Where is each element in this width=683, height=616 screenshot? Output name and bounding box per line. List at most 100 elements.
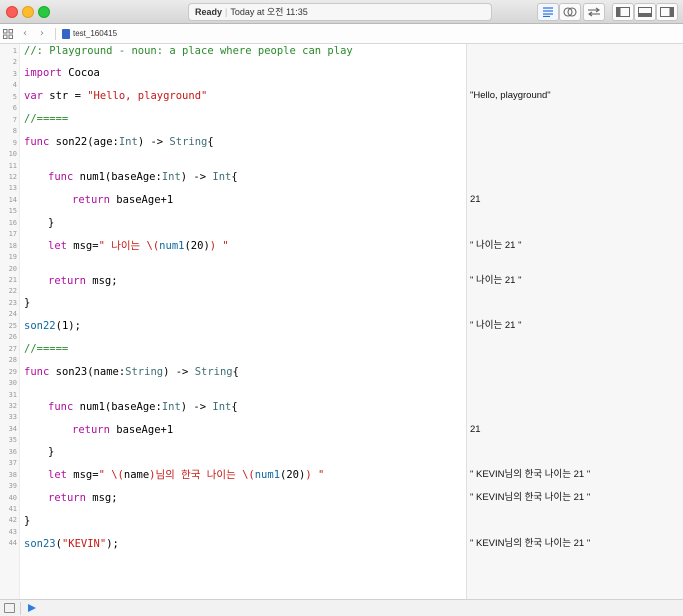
zoom-window-button[interactable] [38,6,50,18]
line-number: 19 [8,253,17,262]
jump-bar: ‹ › test_160415 [0,24,683,44]
chevron-left-icon: ‹ [23,28,27,39]
result-line-5[interactable]: "Hello, playground" [470,89,551,103]
line-number: 35 [8,436,17,445]
code-line-7[interactable]: //===== [24,112,68,126]
line-number: 30 [8,379,17,388]
line-number: 29 [8,367,17,376]
code-line-44[interactable]: son23("KEVIN"); [24,537,119,551]
line-number: 17 [8,230,17,239]
line-number: 36 [8,447,17,456]
line-number: 23 [8,298,17,307]
code-line-14[interactable]: return baseAge+1 [72,193,173,207]
line-number: 26 [8,333,17,342]
line-number: 28 [8,356,17,365]
assistant-editor-button[interactable] [559,3,581,21]
version-editor-icon [588,7,600,17]
version-editor-button[interactable] [583,3,605,21]
line-number: 24 [8,310,17,319]
forward-button[interactable]: › [40,24,44,44]
code-line-27[interactable]: //===== [24,342,68,356]
status-state: Ready [195,7,223,17]
result-line-18[interactable]: " 나이는 21 " [470,239,521,253]
line-number: 11 [8,161,17,170]
navigator-toggle-button[interactable] [612,3,634,21]
code-line-36[interactable]: } [48,445,54,459]
bottom-toolbar [0,599,683,616]
line-number: 7 [12,115,17,124]
line-number: 37 [8,459,17,468]
line-number: 4 [12,81,17,90]
line-number: 20 [8,264,17,273]
code-line-21[interactable]: return msg; [48,274,118,288]
minimize-window-button[interactable] [22,6,34,18]
line-number: 15 [8,207,17,216]
code-line-9[interactable]: func son22(age:Int) -> String{ [24,135,214,149]
line-number: 33 [8,413,17,422]
code-line-23[interactable]: } [24,296,30,310]
result-line-40[interactable]: " KEVIN님의 한국 나이는 21 " [470,491,590,505]
result-line-25[interactable]: " 나이는 21 " [470,319,521,333]
code-line-42[interactable]: } [24,514,30,528]
line-number: 14 [8,195,17,204]
play-icon[interactable] [28,604,36,612]
line-number: 2 [12,58,17,67]
line-number: 9 [12,138,17,147]
code-line-5[interactable]: var str = "Hello, playground" [24,89,207,103]
related-items-button[interactable] [3,24,13,44]
line-number: 8 [12,127,17,136]
line-number: 25 [8,321,17,330]
line-number: 16 [8,218,17,227]
line-number: 34 [8,424,17,433]
code-line-16[interactable]: } [48,216,54,230]
close-window-button[interactable] [6,6,18,18]
right-panel-icon [660,7,674,17]
standard-editor-icon [543,7,553,18]
code-line-40[interactable]: return msg; [48,491,118,505]
result-line-34[interactable]: 21 [470,423,481,437]
status-time: Today at 오전 11:35 [230,7,308,17]
result-line-14[interactable]: 21 [470,193,481,207]
code-line-1[interactable]: //: Playground - noun: a place where peo… [24,44,353,58]
utilities-toggle-button[interactable] [656,3,678,21]
result-line-38[interactable]: " KEVIN님의 한국 나이는 21 " [470,468,590,482]
line-number: 6 [12,104,17,113]
jump-bar-file-name[interactable]: test_160415 [73,24,117,44]
back-button[interactable]: ‹ [23,24,27,44]
activity-status: Ready | Today at 오전 11:35 [188,3,492,21]
code-line-12[interactable]: func num1(baseAge:Int) -> Int{ [48,170,238,184]
console-icon[interactable] [4,603,15,613]
line-number: 39 [8,482,17,491]
result-line-21[interactable]: " 나이는 21 " [470,274,521,288]
code-line-3[interactable]: import Cocoa [24,66,100,80]
code-line-38[interactable]: let msg=" \(name)님의 한국 나이는 \(num1(20)) " [48,468,324,482]
line-number: 3 [12,69,17,78]
code-line-18[interactable]: let msg=" 나이는 \(num1(20)) " [48,239,229,253]
line-number: 40 [8,493,17,502]
line-number: 1 [12,47,17,55]
playground-editor[interactable]: 1 2 3 4 5 6 7 8 9 10 11 12 13 14 15 16 17 18 19 20 21 22 23 24 2… [0,44,683,599]
line-number: 13 [8,184,17,193]
line-number: 27 [8,344,17,353]
line-number: 31 [8,390,17,399]
code-line-29[interactable]: func son23(name:String) -> String{ [24,365,239,379]
line-number: 21 [8,276,17,284]
bottom-panel-icon [638,7,652,17]
code-line-32[interactable]: func num1(baseAge:Int) -> Int{ [48,400,238,414]
code-line-34[interactable]: return baseAge+1 [72,423,173,437]
result-line-44[interactable]: " KEVIN님의 한국 나이는 21 " [470,537,590,551]
line-number: 12 [8,172,17,181]
line-number: 43 [8,527,17,536]
line-number: 10 [8,150,17,159]
assistant-editor-icon [563,7,577,17]
grid-icon [3,29,13,39]
swift-file-icon [62,29,70,39]
line-number: 22 [8,287,17,296]
standard-editor-button[interactable] [537,3,559,21]
debug-area-toggle-button[interactable] [634,3,656,21]
line-number: 42 [8,516,17,525]
code-line-25[interactable]: son22(1); [24,319,81,333]
line-number: 38 [8,470,17,479]
line-number: 32 [8,401,17,410]
line-number: 41 [8,505,17,513]
